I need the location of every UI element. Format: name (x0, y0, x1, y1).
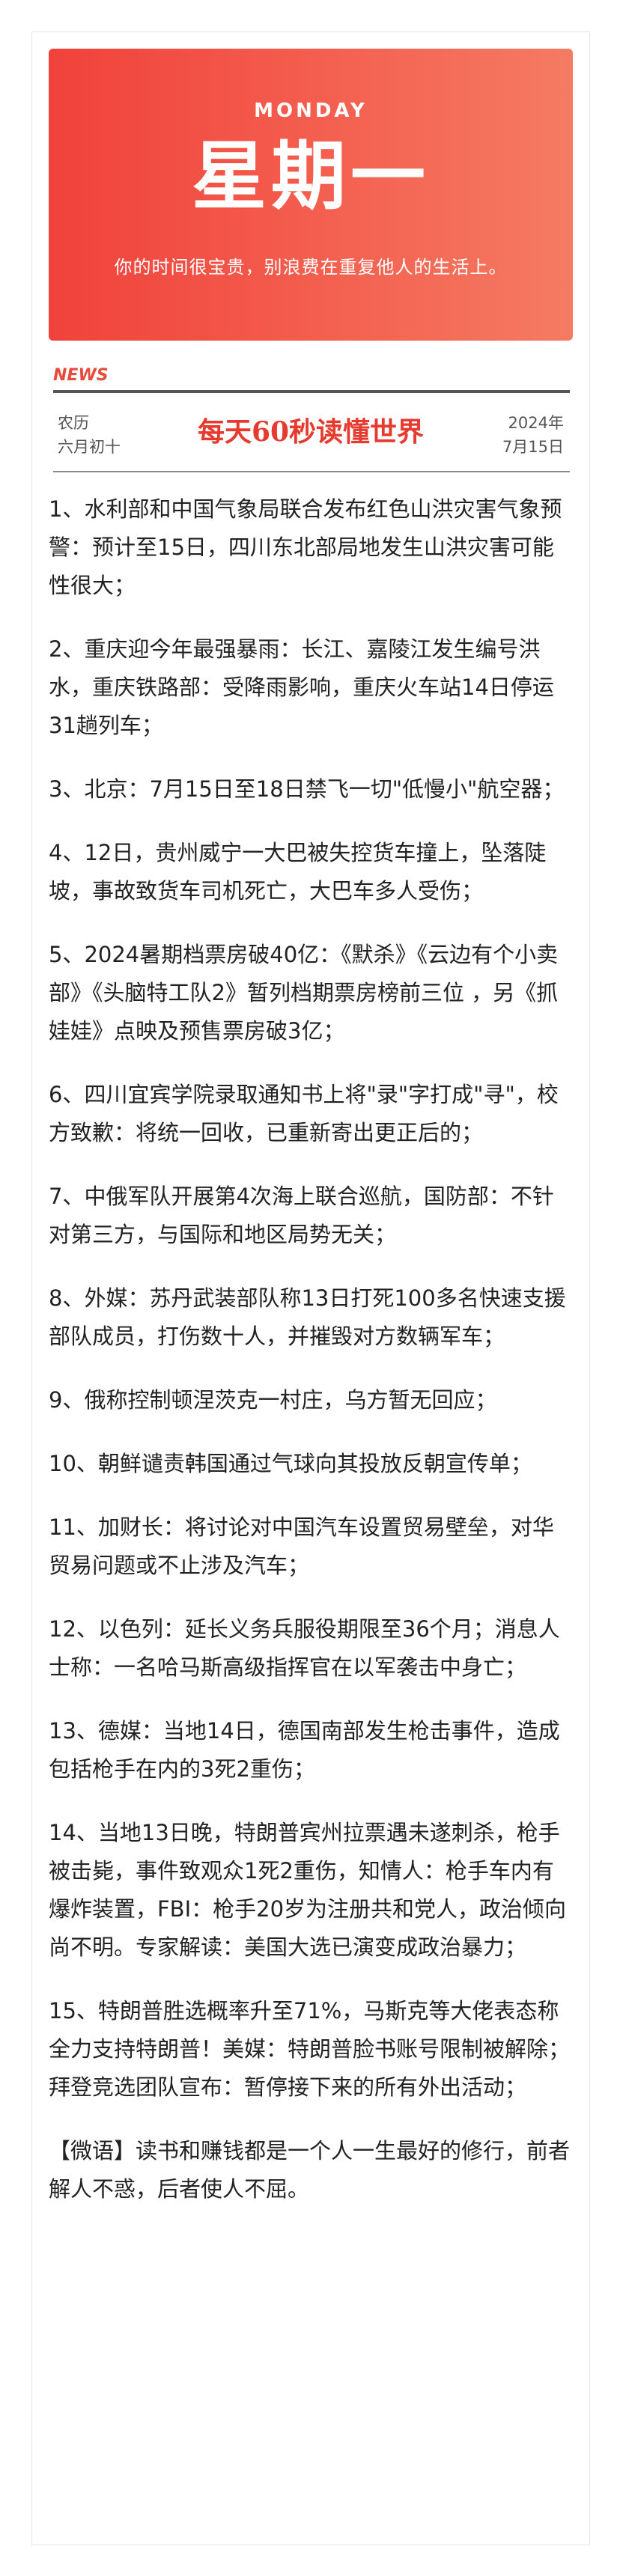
banner-motto: 你的时间很宝贵，别浪费在重复他人的生活上。 (114, 257, 508, 278)
news-card: MONDAY 星期一 你的时间很宝贵，别浪费在重复他人的生活上。 NEWS 农历… (31, 31, 590, 2545)
news-label: NEWS (53, 366, 109, 385)
banner-weekday: 星期一 (192, 132, 430, 220)
news-list: 1、水利部和中国气象局联合发布红色山洪灾害气象预警：预计至15日，四川东北部局地… (49, 490, 571, 2208)
list-item: 10、朝鲜谴责韩国通过气球向其投放反朝宣传单； (49, 1451, 532, 1476)
list-item: 14、当地13日晚，特朗普宾州拉票遇未遂刺杀，枪手被击毙，事件致观众1死2重伤，… (49, 1820, 567, 1960)
list-item: 3、北京：7月15日至18日禁飞一切"低慢小"航空器； (49, 776, 565, 802)
header-bottom-rule (53, 471, 570, 472)
list-item: 5、2024暑期档票房破40亿：《默杀》《云边有个小卖部》《头脑特工队2》暂列档… (49, 942, 559, 1044)
list-item: 12、以色列：延长义务兵服役期限至36个月；消息人士称：一名哈马斯高级指挥官在以… (49, 1616, 560, 1680)
list-item: 4、12日，贵州威宁一大巴被失控货车撞上，坠落陡坡，事故致货车司机死亡，大巴车多… (49, 840, 547, 904)
list-item: 15、特朗普胜选概率升至71%，马斯克等大佬表态称全力支持特朗普！美媒：特朗普脸… (49, 1998, 571, 2100)
banner-day-english: MONDAY (254, 100, 368, 122)
year: 2024年 (508, 414, 564, 432)
list-item: 1、水利部和中国气象局联合发布红色山洪灾害气象预警：预计至15日，四川东北部局地… (49, 496, 562, 598)
header-top-rule (53, 390, 570, 393)
weekday-banner: MONDAY 星期一 你的时间很宝贵，别浪费在重复他人的生活上。 (49, 49, 573, 341)
gregorian-date-block: 2024年 7月15日 (502, 411, 564, 459)
daily-quote: 【微语】读书和赚钱都是一个人一生最好的修行，前者解人不惑，后者使人不屈。 (49, 2138, 571, 2202)
list-item: 2、重庆迎今年最强暴雨：长江、嘉陵江发生编号洪水，重庆铁路部：受降雨影响，重庆火… (49, 636, 554, 738)
list-item: 8、外媒：苏丹武装部队称13日打死100多名快速支援部队成员，打伤数十人，并摧毁… (49, 1285, 566, 1349)
list-item: 9、俄称控制顿涅茨克一村庄，乌方暂无回应； (49, 1387, 497, 1413)
date: 7月15日 (502, 438, 564, 456)
list-item: 13、德媒：当地14日，德国南部发生枪击事件，造成包括枪手在内的3死2重伤； (49, 1718, 560, 1782)
list-item: 11、加财长：将讨论对中国汽车设置贸易壁垒，对华贸易问题或不止涉及汽车； (49, 1514, 554, 1578)
list-item: 7、中俄军队开展第4次海上联合巡航，国防部：不针对第三方，与国际和地区局势无关； (49, 1184, 554, 1247)
list-item: 6、四川宜宾学院录取通知书上将"录"字打成"寻"，校方致歉：将统一回收，已重新寄… (49, 1082, 559, 1145)
